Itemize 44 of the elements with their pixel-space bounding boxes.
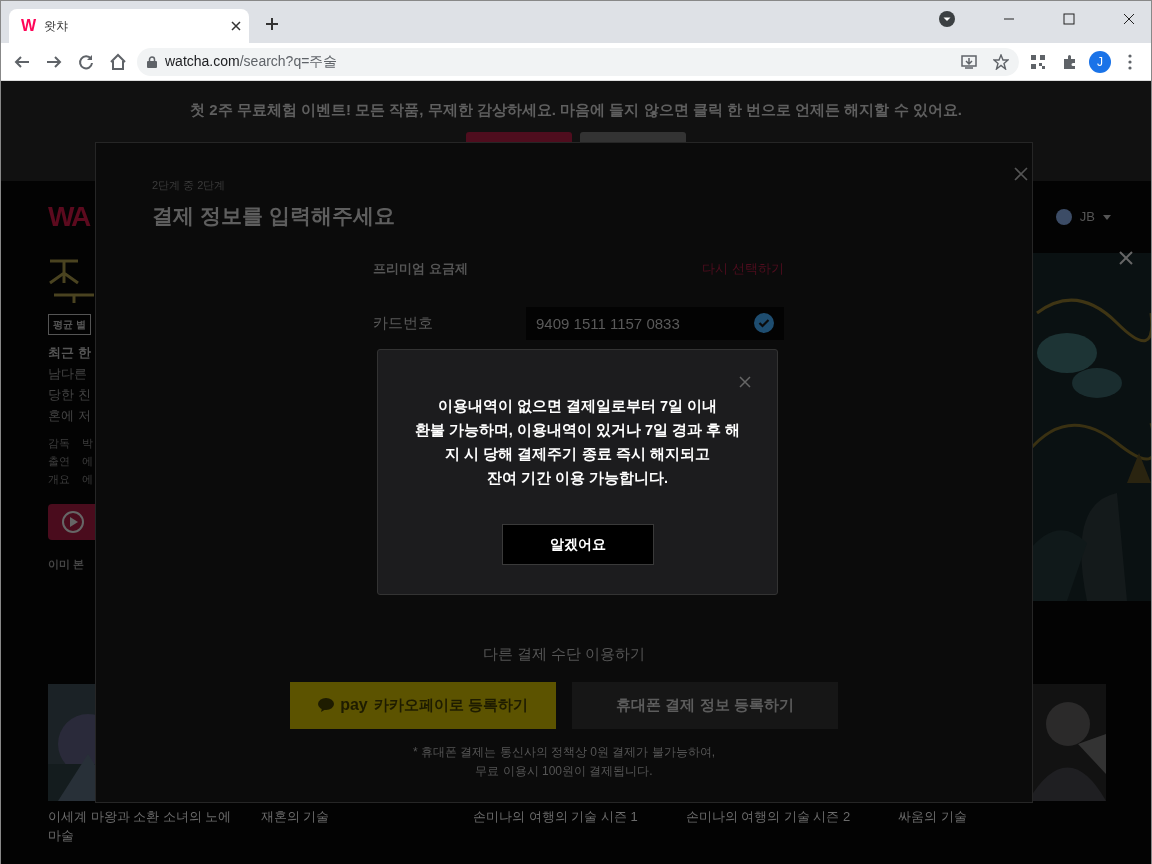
phone-payment-button[interactable]: 휴대폰 결제 정보 등록하기 [572, 681, 838, 729]
address-bar[interactable]: watcha.com/search?q=주술 [137, 47, 1019, 76]
rating-badge: 평균 별 [48, 314, 91, 335]
poster-title[interactable]: 싸움의 기술 [898, 807, 1093, 826]
banner-text: 첫 2주 무료체험 이벤트! 모든 작품, 무제한 감상하세요. 마음에 들지 않으면 클릭 한 번으로 언제든 해지할 수 있어요. [190, 100, 962, 120]
qr-code-icon[interactable] [1029, 52, 1047, 71]
poster-title[interactable]: 재혼의 기술 [260, 807, 456, 826]
user-name[interactable]: JB [1079, 207, 1095, 227]
caret-icon[interactable] [1103, 214, 1111, 220]
star-icon[interactable] [993, 53, 1009, 70]
poster-title[interactable]: 이세계 마왕과 소환 소녀의 노에 마술 [48, 807, 243, 845]
site-logo: W [21, 18, 37, 34]
maximize-icon[interactable] [1063, 13, 1075, 25]
poster-title[interactable]: 손미나의 여행의 기술 시즌 2 [685, 807, 881, 826]
dialog-title: 결제 정보를 입력해주세요 [152, 203, 395, 229]
speech-bubble-icon [318, 698, 335, 712]
profile-avatar[interactable]: J [1089, 50, 1111, 73]
install-icon[interactable] [961, 53, 977, 70]
url-text: watcha.com/search?q=주술 [165, 52, 338, 71]
poster-title[interactable]: 손미나의 여행의 기술 시즌 1 [473, 807, 668, 826]
alert-message: 이용내역이 없으면 결제일로부터 7일 이내 환불 가능하며, 이용내역이 있거나 7일 경과 후 해 지 시 당해 결제주기 종료 즉시 해지되고 잔여 기간 이용 가능합니다. [414, 397, 741, 488]
watched-text: 이미 본 [48, 556, 86, 572]
section-label: 다른 결제 수단 이용하기 [482, 644, 646, 664]
close-icon[interactable] [1123, 13, 1135, 25]
tab-title: 왓챠 [44, 18, 70, 35]
card-label: 카드번호 [373, 312, 433, 333]
summary-heading: 최근 한 [48, 344, 92, 362]
reload-icon[interactable] [77, 52, 95, 71]
plan-label: 프리미엄 요금제 [373, 260, 468, 278]
lock-icon [147, 55, 157, 68]
card-number-field[interactable]: 9409 1511 1157 0833 [526, 306, 784, 340]
credit-label: 출연 [48, 453, 70, 469]
confirm-button[interactable]: 알겠어요 [501, 524, 654, 565]
kakaopay-button[interactable]: pay 카카오페이로 등록하기 [290, 681, 556, 729]
summary-text: 혼에 저 [48, 406, 92, 425]
note-text: * 휴대폰 결제는 통신사의 정책상 0원 결제가 불가능하여, 무료 이용시 100원이 결제됩니다. [413, 743, 715, 780]
home-icon[interactable] [109, 52, 127, 71]
close-icon[interactable] [231, 21, 241, 31]
plus-icon[interactable] [265, 16, 279, 31]
summary-text: 남다른 [48, 364, 88, 383]
play-icon [62, 510, 84, 533]
summary-text: 당한 친 [48, 385, 92, 404]
browser-tab[interactable]: W 왓챠 [9, 9, 249, 43]
tab-search-icon[interactable] [939, 11, 955, 27]
